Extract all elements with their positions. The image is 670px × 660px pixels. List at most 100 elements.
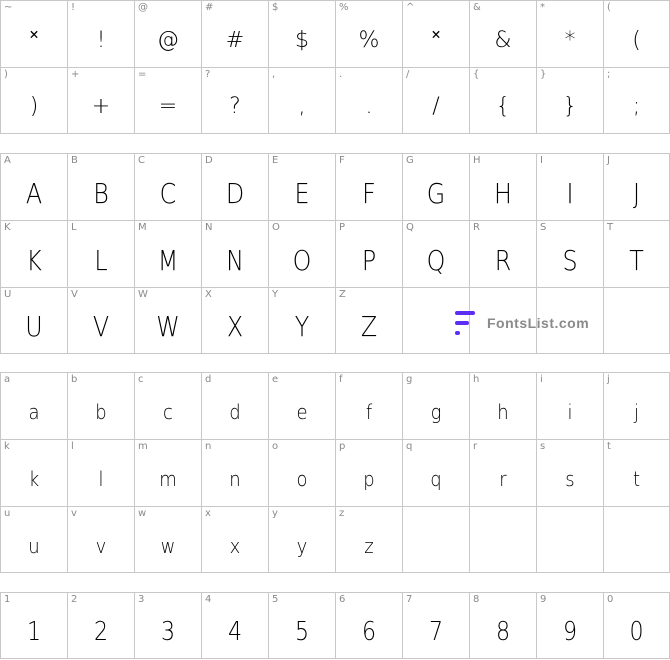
glyph-sample: I [566,176,574,210]
glyph-sample: Z [360,310,378,343]
glyph-sample: / [432,94,440,119]
glyph-sample: h [497,400,509,424]
digits-row: 11223344556677889900 [0,592,670,659]
glyph-cell: mm [134,439,201,506]
symbols-grid: ~ ˟!! @ @ # # $ $%% ^ ˟ & & * *(()) + + = =??,,.. / /{{}};; [0,0,670,134]
glyph-sample: N [226,243,244,277]
glyph-key-label: . [339,69,343,80]
glyph-sample: e [296,400,308,424]
glyph-sample: P [361,243,377,277]
glyph-sample: v [95,533,107,558]
glyph-cell: .. [335,67,402,134]
glyph-key-label: 3 [138,594,145,605]
glyph-key-label: 5 [272,594,279,605]
glyph-sample: j [633,400,640,424]
glyph-key-label: h [473,374,480,385]
glyph-cell: / / [402,67,469,134]
empty-cell [536,506,603,573]
glyph-sample: K [26,243,42,277]
glyph-key-label: Q [406,222,414,233]
glyph-sample: q [430,467,442,491]
glyph-sample: a [28,400,40,424]
glyph-cell: )) [0,67,67,134]
glyph-cell: $ $ [268,0,335,67]
glyph-cell: uu [0,506,67,573]
glyph-cell: TT [603,220,670,287]
glyph-key-label: # [205,2,214,13]
glyph-sample: k [28,467,40,491]
glyph-sample: l [98,467,104,491]
glyph-cell: CC [134,153,201,220]
glyph-sample: o [296,467,308,491]
glyph-sample: M [157,243,179,277]
glyph-sample: 1 [26,616,42,647]
glyph-key-label: , [272,69,276,80]
glyph-sample: @ [157,27,179,53]
glyph-cell: ZZ [335,287,402,354]
glyph-key-label: & [473,2,481,13]
glyph-key-label: i [540,374,543,385]
glyph-cell: ~ ˟ [0,0,67,67]
glyph-key-label: W [138,289,148,300]
glyph-sample: W [156,310,180,343]
glyph-sample: r [499,467,507,491]
glyph-sample: O [292,243,312,277]
glyph-cell: ww [134,506,201,573]
glyph-sample: ? [229,94,241,119]
glyph-cell: gg [402,372,469,439]
glyph-sample: H [494,176,512,210]
glyph-key-label: Y [272,289,279,300]
glyph-key-label: x [205,508,211,519]
glyph-cell: ee [268,372,335,439]
glyph-key-label: y [272,508,278,519]
glyph-cell: cc [134,372,201,439]
glyph-key-label: N [205,222,213,233]
glyph-cell: 33 [134,592,201,659]
glyph-key-label: v [71,508,77,519]
glyph-key-label: B [71,155,78,166]
glyph-key-label: U [4,289,12,300]
glyph-cell: 22 [67,592,134,659]
glyph-key-label: q [406,441,413,452]
glyph-cell: 77 [402,592,469,659]
glyph-sample: 2 [93,616,109,647]
glyph-cell: GG [402,153,469,220]
glyph-cell: tt [603,439,670,506]
glyph-cell: aa [0,372,67,439]
empty-cell [603,506,670,573]
glyph-sample: R [494,243,512,277]
glyph-sample: 3 [160,616,176,647]
glyph-cell: dd [201,372,268,439]
glyph-sample: ˟ [432,28,440,53]
glyph-sample: # [225,27,245,53]
glyph-key-label: Z [339,289,346,300]
glyph-sample: J [632,176,641,210]
glyph-key-label: 2 [71,594,78,605]
glyph-key-label: r [473,441,478,452]
glyph-key-label: 6 [339,594,346,605]
glyph-key-label: k [4,441,10,452]
glyph-sample: i [567,400,573,424]
glyph-key-label: s [540,441,546,452]
glyph-sample: S [562,243,578,277]
uppercase-row: KKLLMMNNOOPPQQRRSSTT [0,220,670,287]
glyph-cell: = = [134,67,201,134]
glyph-cell: UU [0,287,67,354]
glyph-cell: # # [201,0,268,67]
glyph-sample: { [496,94,510,119]
glyph-sample: u [28,533,40,558]
glyph-key-label: m [138,441,148,452]
glyph-key-label: $ [272,2,279,13]
glyph-cell: BB [67,153,134,220]
lowercase-row: kkllmmnnooppqqrrsstt [0,439,670,506]
glyph-cell: YY [268,287,335,354]
glyph-key-label: ? [205,69,211,80]
glyph-sample: ( [632,27,641,53]
glyph-cell: ii [536,372,603,439]
glyph-sample: ˟ [30,28,38,53]
glyph-key-label: l [71,441,74,452]
glyph-cell: EE [268,153,335,220]
glyph-cell: II [536,153,603,220]
glyph-key-label: * [540,2,545,13]
glyph-sample: y [296,533,308,558]
